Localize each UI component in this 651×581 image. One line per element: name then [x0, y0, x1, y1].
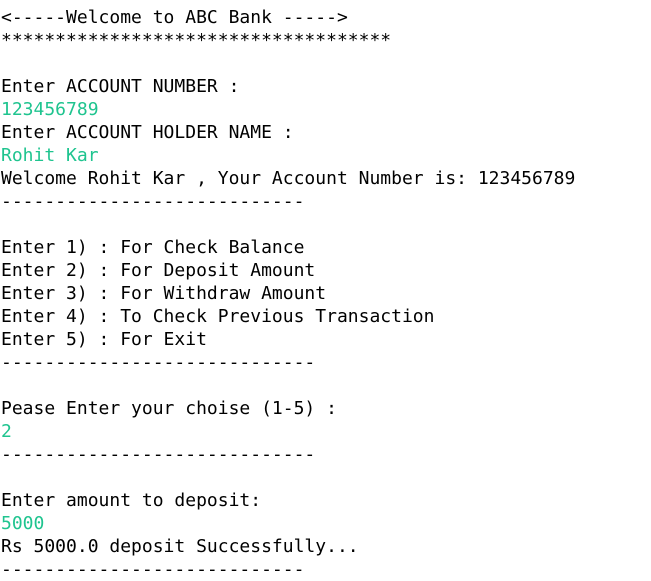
separator-line: ---------------------------- [1, 559, 305, 580]
choice-input: 2 [1, 421, 12, 442]
menu-item-deposit: Enter 2) : For Deposit Amount [1, 260, 316, 281]
holder-name-input: Rohit Kar [1, 145, 99, 166]
deposit-result-message: Rs 5000.0 deposit Successfully... [1, 536, 359, 557]
choice-prompt: Pease Enter your choise (1-5) : [1, 398, 337, 419]
account-number-prompt: Enter ACCOUNT NUMBER : [1, 76, 240, 97]
holder-name-prompt: Enter ACCOUNT HOLDER NAME : [1, 122, 294, 143]
banner-stars: ************************************ [1, 30, 392, 51]
separator-line: ----------------------------- [1, 444, 316, 465]
console-window: { "colors": { "output_text": "#000000", … [0, 0, 651, 580]
console-output: <-----Welcome to ABC Bank -----> *******… [1, 6, 649, 581]
menu-item-withdraw: Enter 3) : For Withdraw Amount [1, 283, 327, 304]
account-number-input: 123456789 [1, 99, 99, 120]
separator-line: ---------------------------- [1, 191, 305, 212]
menu-item-exit: Enter 5) : For Exit [1, 329, 207, 350]
welcome-banner: <-----Welcome to ABC Bank -----> [1, 7, 348, 28]
separator-line: ----------------------------- [1, 352, 316, 373]
deposit-amount-input: 5000 [1, 513, 45, 534]
clipped-previous-output: ))) (( )) ( ( ( ( ) (( ( ( ( [0, 0, 651, 4]
menu-item-previous-transaction: Enter 4) : To Check Previous Transaction [1, 306, 435, 327]
menu-item-check-balance: Enter 1) : For Check Balance [1, 237, 305, 258]
welcome-message: Welcome Rohit Kar , Your Account Number … [1, 168, 576, 189]
deposit-prompt: Enter amount to deposit: [1, 490, 262, 511]
clipped-output-line: ))) (( )) ( ( ( ( ) (( ( ( ( [0, 0, 155, 4]
